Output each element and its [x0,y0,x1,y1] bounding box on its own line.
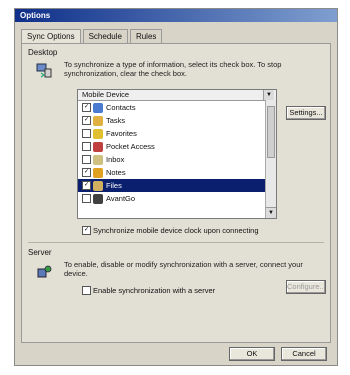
list-item-label: Notes [106,168,126,177]
server-sync-icon [36,264,52,280]
list-scrollbar[interactable]: ▼ [265,100,276,218]
tab-rules[interactable]: Rules [129,29,163,43]
checkbox[interactable]: ✓ [82,103,91,112]
dialog-title: Options [15,9,337,22]
checkbox[interactable]: ✓ [82,168,91,177]
favorites-icon [93,128,103,139]
tab-schedule[interactable]: Schedule [82,29,128,43]
options-dialog: Options Sync Options Schedule Rules Desk… [14,8,338,366]
notes-icon [93,167,103,178]
list-item-favorites[interactable]: Favorites [78,127,276,140]
checkbox[interactable] [82,194,91,203]
checkbox[interactable]: ✓ [82,116,91,125]
list-item-inbox[interactable]: Inbox [78,153,276,166]
list-item-label: Tasks [106,116,126,125]
desktop-description: To synchronize a type of information, se… [64,60,282,78]
tab-panel: Desktop To synchronize a type of informa… [21,43,331,343]
configure-button[interactable]: Configure... [286,280,326,294]
cancel-button[interactable]: Cancel [281,347,327,361]
enable-server-checkbox[interactable] [82,286,91,295]
list-item-label: Inbox [106,155,125,164]
pocket-access-icon [93,141,103,152]
list-item-label: Files [106,181,122,190]
tab-sync-options[interactable]: Sync Options [21,29,81,43]
sync-items-list[interactable]: Mobile Device ▼ ✓ Contacts ✓ Tasks Favor… [77,89,277,219]
contacts-icon [93,102,103,113]
list-item-label: AvantGo [106,194,136,203]
desktop-section-label: Desktop [28,48,58,57]
list-item-label: Favorites [106,129,137,138]
list-item-label: Pocket Access [106,142,155,151]
desktop-sync-icon [36,62,52,78]
files-icon [93,180,103,191]
sync-clock-checkbox[interactable]: ✓ [82,226,91,235]
avantgo-icon [93,193,103,204]
list-item-contacts[interactable]: ✓ Contacts [78,101,276,114]
enable-server-option[interactable]: Enable synchronization with a server [82,286,215,295]
enable-server-label: Enable synchronization with a server [93,286,216,295]
list-item-avantgo[interactable]: AvantGo [78,192,276,205]
tasks-icon [93,115,103,126]
checkbox[interactable]: ✓ [82,181,91,190]
list-header-label: Mobile Device [82,90,130,99]
section-divider [28,242,324,243]
scrollbar-thumb[interactable] [267,106,275,158]
inbox-icon [93,154,103,165]
scroll-down-icon[interactable]: ▼ [266,207,276,218]
checkbox[interactable] [82,129,91,138]
list-item-label: Contacts [106,103,136,112]
list-item-tasks[interactable]: ✓ Tasks [78,114,276,127]
settings-button[interactable]: Settings... [286,106,326,120]
server-description: To enable, disable or modify synchroniza… [64,260,303,278]
list-item-notes[interactable]: ✓ Notes [78,166,276,179]
sync-clock-label: Synchronize mobile device clock upon con… [93,226,259,235]
list-item-pocket-access[interactable]: Pocket Access [78,140,276,153]
checkbox[interactable] [82,155,91,164]
list-item-files[interactable]: ✓ Files [78,179,276,192]
chevron-down-icon[interactable]: ▼ [263,90,274,100]
sync-clock-option[interactable]: ✓ Synchronize mobile device clock upon c… [82,226,259,235]
list-header[interactable]: Mobile Device ▼ [78,90,276,101]
tab-strip: Sync Options Schedule Rules [21,29,164,43]
checkbox[interactable] [82,142,91,151]
server-section-label: Server [28,248,52,257]
ok-button[interactable]: OK [229,347,275,361]
